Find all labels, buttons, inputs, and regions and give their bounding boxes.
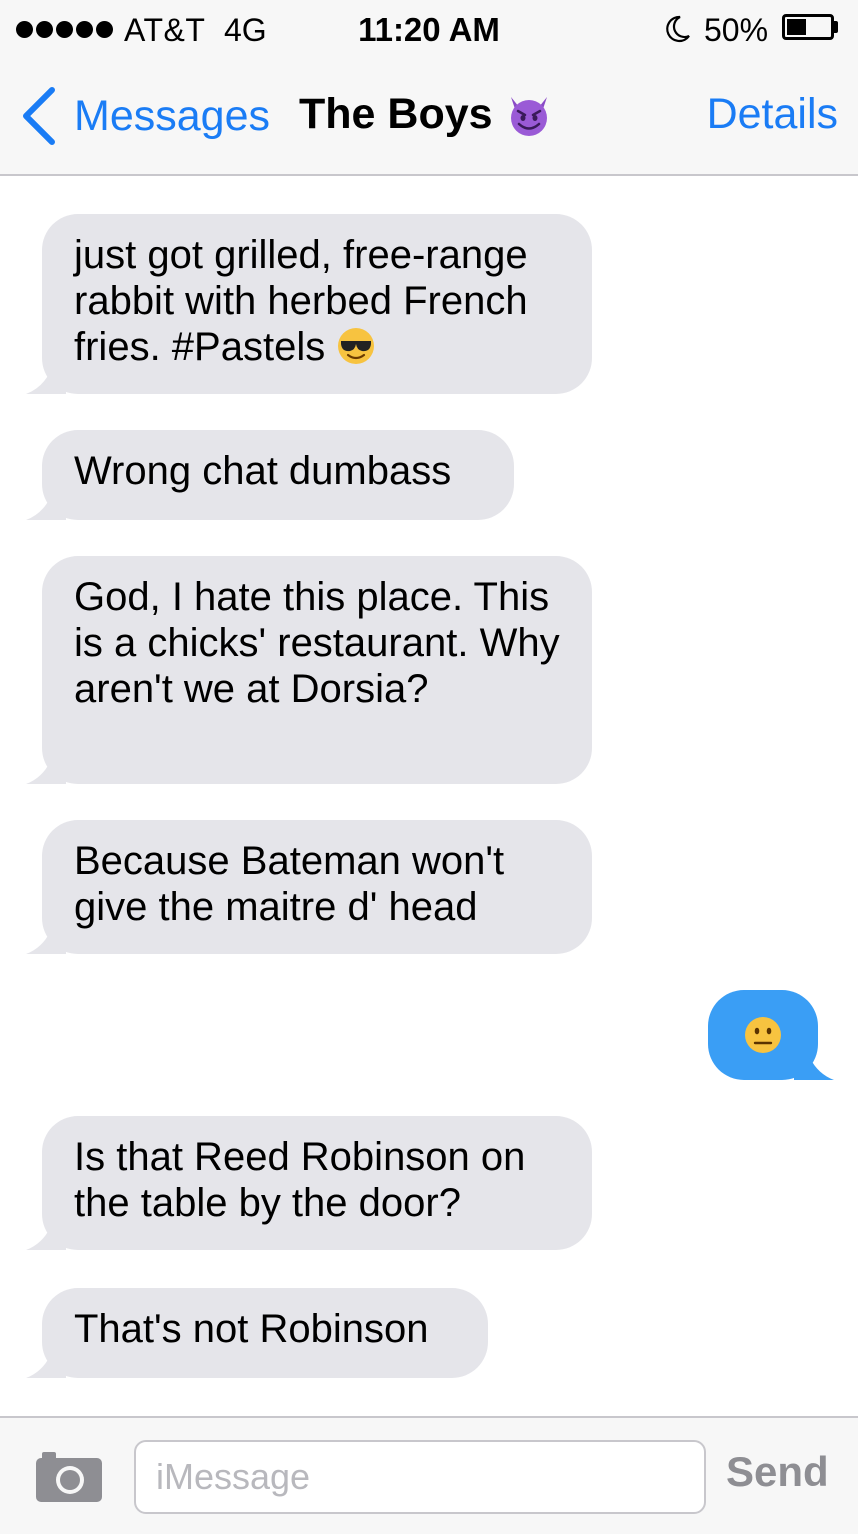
message-bubble-incoming[interactable]: That's not Robinson (26, 1288, 488, 1378)
conversation-title-text: The Boys (299, 90, 493, 138)
message-composer: Send (0, 1416, 858, 1534)
message-thread[interactable]: just got grilled, free-range rabbit with… (0, 178, 858, 1416)
bubble-tail (26, 744, 66, 784)
bubble-tail (26, 1338, 66, 1378)
message-bubble-incoming[interactable]: Because Bateman won't give the maitre d'… (26, 820, 592, 954)
back-button-label: Messages (74, 91, 270, 140)
navigation-bar: Messages The Boys Details (0, 56, 858, 176)
sunglasses-face-icon (338, 328, 375, 364)
message-text: Wrong chat dumbass (74, 449, 452, 493)
do-not-disturb-moon-icon (666, 15, 690, 43)
message-text: Is that Reed Robinson on the table by th… (74, 1135, 526, 1225)
details-button[interactable]: Details (707, 90, 838, 139)
bubble-tail (26, 354, 66, 394)
smiling-devil-icon (510, 96, 547, 136)
back-button[interactable]: Messages (14, 84, 270, 148)
conversation-title: The Boys (299, 90, 553, 139)
bubble-tail (794, 1040, 834, 1080)
message-text: That's not Robinson (74, 1307, 429, 1351)
message-bubble-incoming[interactable]: Wrong chat dumbass (26, 430, 514, 520)
battery-percent: 50% (704, 12, 769, 48)
message-input[interactable] (134, 1440, 706, 1514)
status-bar: AT&T 4G 11:20 AM 50% (0, 0, 858, 56)
message-text: just got grilled, free-range rabbit with… (74, 233, 528, 369)
camera-icon[interactable] (34, 1448, 104, 1504)
message-bubble-outgoing[interactable] (708, 990, 834, 1080)
bubble-tail (26, 914, 66, 954)
message-bubble-incoming[interactable]: just got grilled, free-range rabbit with… (26, 214, 592, 394)
battery-icon (782, 14, 834, 40)
message-text: Because Bateman won't give the maitre d'… (74, 839, 505, 929)
bubble-tail (26, 480, 66, 520)
neutral-face-icon (745, 1017, 781, 1053)
chevron-left-icon (23, 87, 55, 145)
battery-tip (834, 21, 838, 33)
message-bubble-incoming[interactable]: God, I hate this place. This is a chicks… (26, 556, 592, 784)
message-text: God, I hate this place. This is a chicks… (74, 575, 560, 711)
send-button[interactable]: Send (726, 1448, 829, 1496)
bubble-tail (26, 1210, 66, 1250)
message-bubble-incoming[interactable]: Is that Reed Robinson on the table by th… (26, 1116, 592, 1250)
